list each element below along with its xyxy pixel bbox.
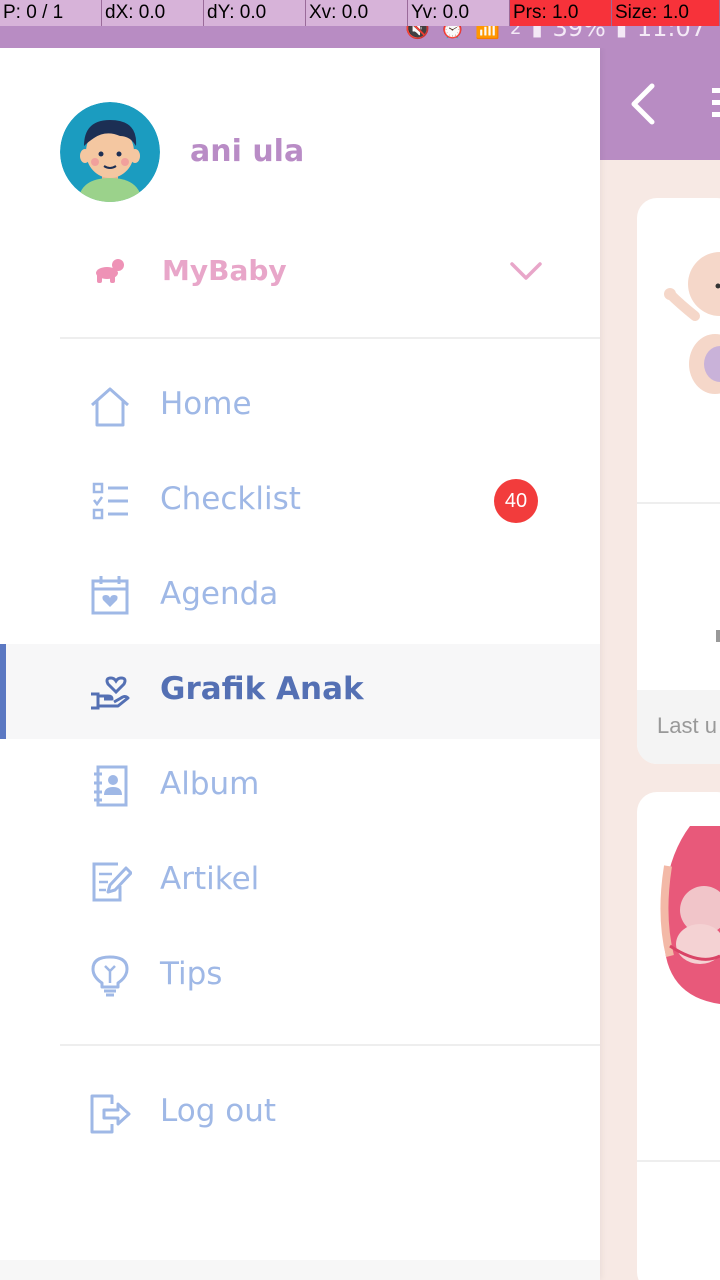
nav-label-grafik-anak: Grafik Anak	[160, 671, 364, 707]
card-divider	[637, 502, 720, 504]
user-name: ani ula	[190, 134, 305, 169]
nav-item-grafik-anak[interactable]: Grafik Anak	[0, 644, 600, 739]
drawer-divider	[60, 337, 600, 339]
back-arrow-icon[interactable]	[628, 82, 658, 126]
nav-label-album: Album	[160, 766, 260, 802]
checklist-count-badge: 40	[494, 479, 538, 523]
nav-label-artikel: Artikel	[160, 861, 260, 897]
nav-label-logout: Log out	[160, 1093, 276, 1129]
calendar-heart-icon	[91, 576, 129, 615]
nav-item-checklist[interactable]: Checklist 40	[0, 454, 600, 549]
nav-item-tips[interactable]: Tips	[0, 929, 600, 1024]
nav-item-artikel[interactable]: Artikel	[0, 834, 600, 929]
last-updated-text: Last u	[657, 713, 717, 738]
chevron-down-icon[interactable]	[508, 260, 544, 282]
touch-size: Size: 1.0	[612, 0, 720, 26]
pregnancy-illustration	[660, 826, 720, 1004]
pointer-count: P: 0 / 1	[0, 0, 102, 26]
checklist-icon	[92, 482, 128, 520]
baby-selector-label: MyBaby	[162, 254, 287, 287]
drawer-bottom-edge	[0, 1260, 600, 1280]
nav-item-home[interactable]: Home	[0, 359, 600, 454]
delta-y: dY: 0.0	[204, 0, 306, 26]
baby-illustration	[664, 252, 720, 394]
app-toolbar	[600, 48, 720, 160]
nav-label-agenda: Agenda	[160, 576, 279, 612]
nav-label-checklist: Checklist	[160, 481, 301, 517]
nav-item-logout[interactable]: Log out	[0, 1066, 600, 1161]
user-avatar-icon	[60, 102, 160, 202]
pressure: Prs: 1.0	[510, 0, 612, 26]
menu-icon[interactable]	[710, 86, 720, 120]
crawling-baby-icon	[96, 259, 124, 283]
avatar[interactable]	[60, 102, 160, 202]
hand-heart-icon	[91, 676, 130, 710]
velocity-x: Xv: 0.0	[306, 0, 408, 26]
article-edit-icon	[92, 862, 132, 902]
nav-item-album[interactable]: Album	[0, 739, 600, 834]
active-indicator	[0, 644, 6, 739]
pointer-location-overlay: P: 0 / 1 dX: 0.0 dY: 0.0 Xv: 0.0 Yv: 0.0…	[0, 0, 720, 26]
card-text-fragment	[716, 630, 720, 642]
delta-x: dX: 0.0	[102, 0, 204, 26]
nav-item-agenda[interactable]: Agenda	[0, 549, 600, 644]
drawer-divider	[60, 1044, 600, 1046]
nav-label-home: Home	[160, 386, 252, 422]
home-icon	[91, 387, 129, 427]
logout-icon	[90, 1094, 131, 1134]
card-divider	[637, 1160, 720, 1162]
nav-label-tips: Tips	[160, 956, 223, 992]
velocity-y: Yv: 0.0	[408, 0, 510, 26]
lightbulb-icon	[91, 955, 129, 997]
album-icon	[94, 765, 128, 807]
baby-selector[interactable]: MyBaby	[0, 232, 600, 312]
